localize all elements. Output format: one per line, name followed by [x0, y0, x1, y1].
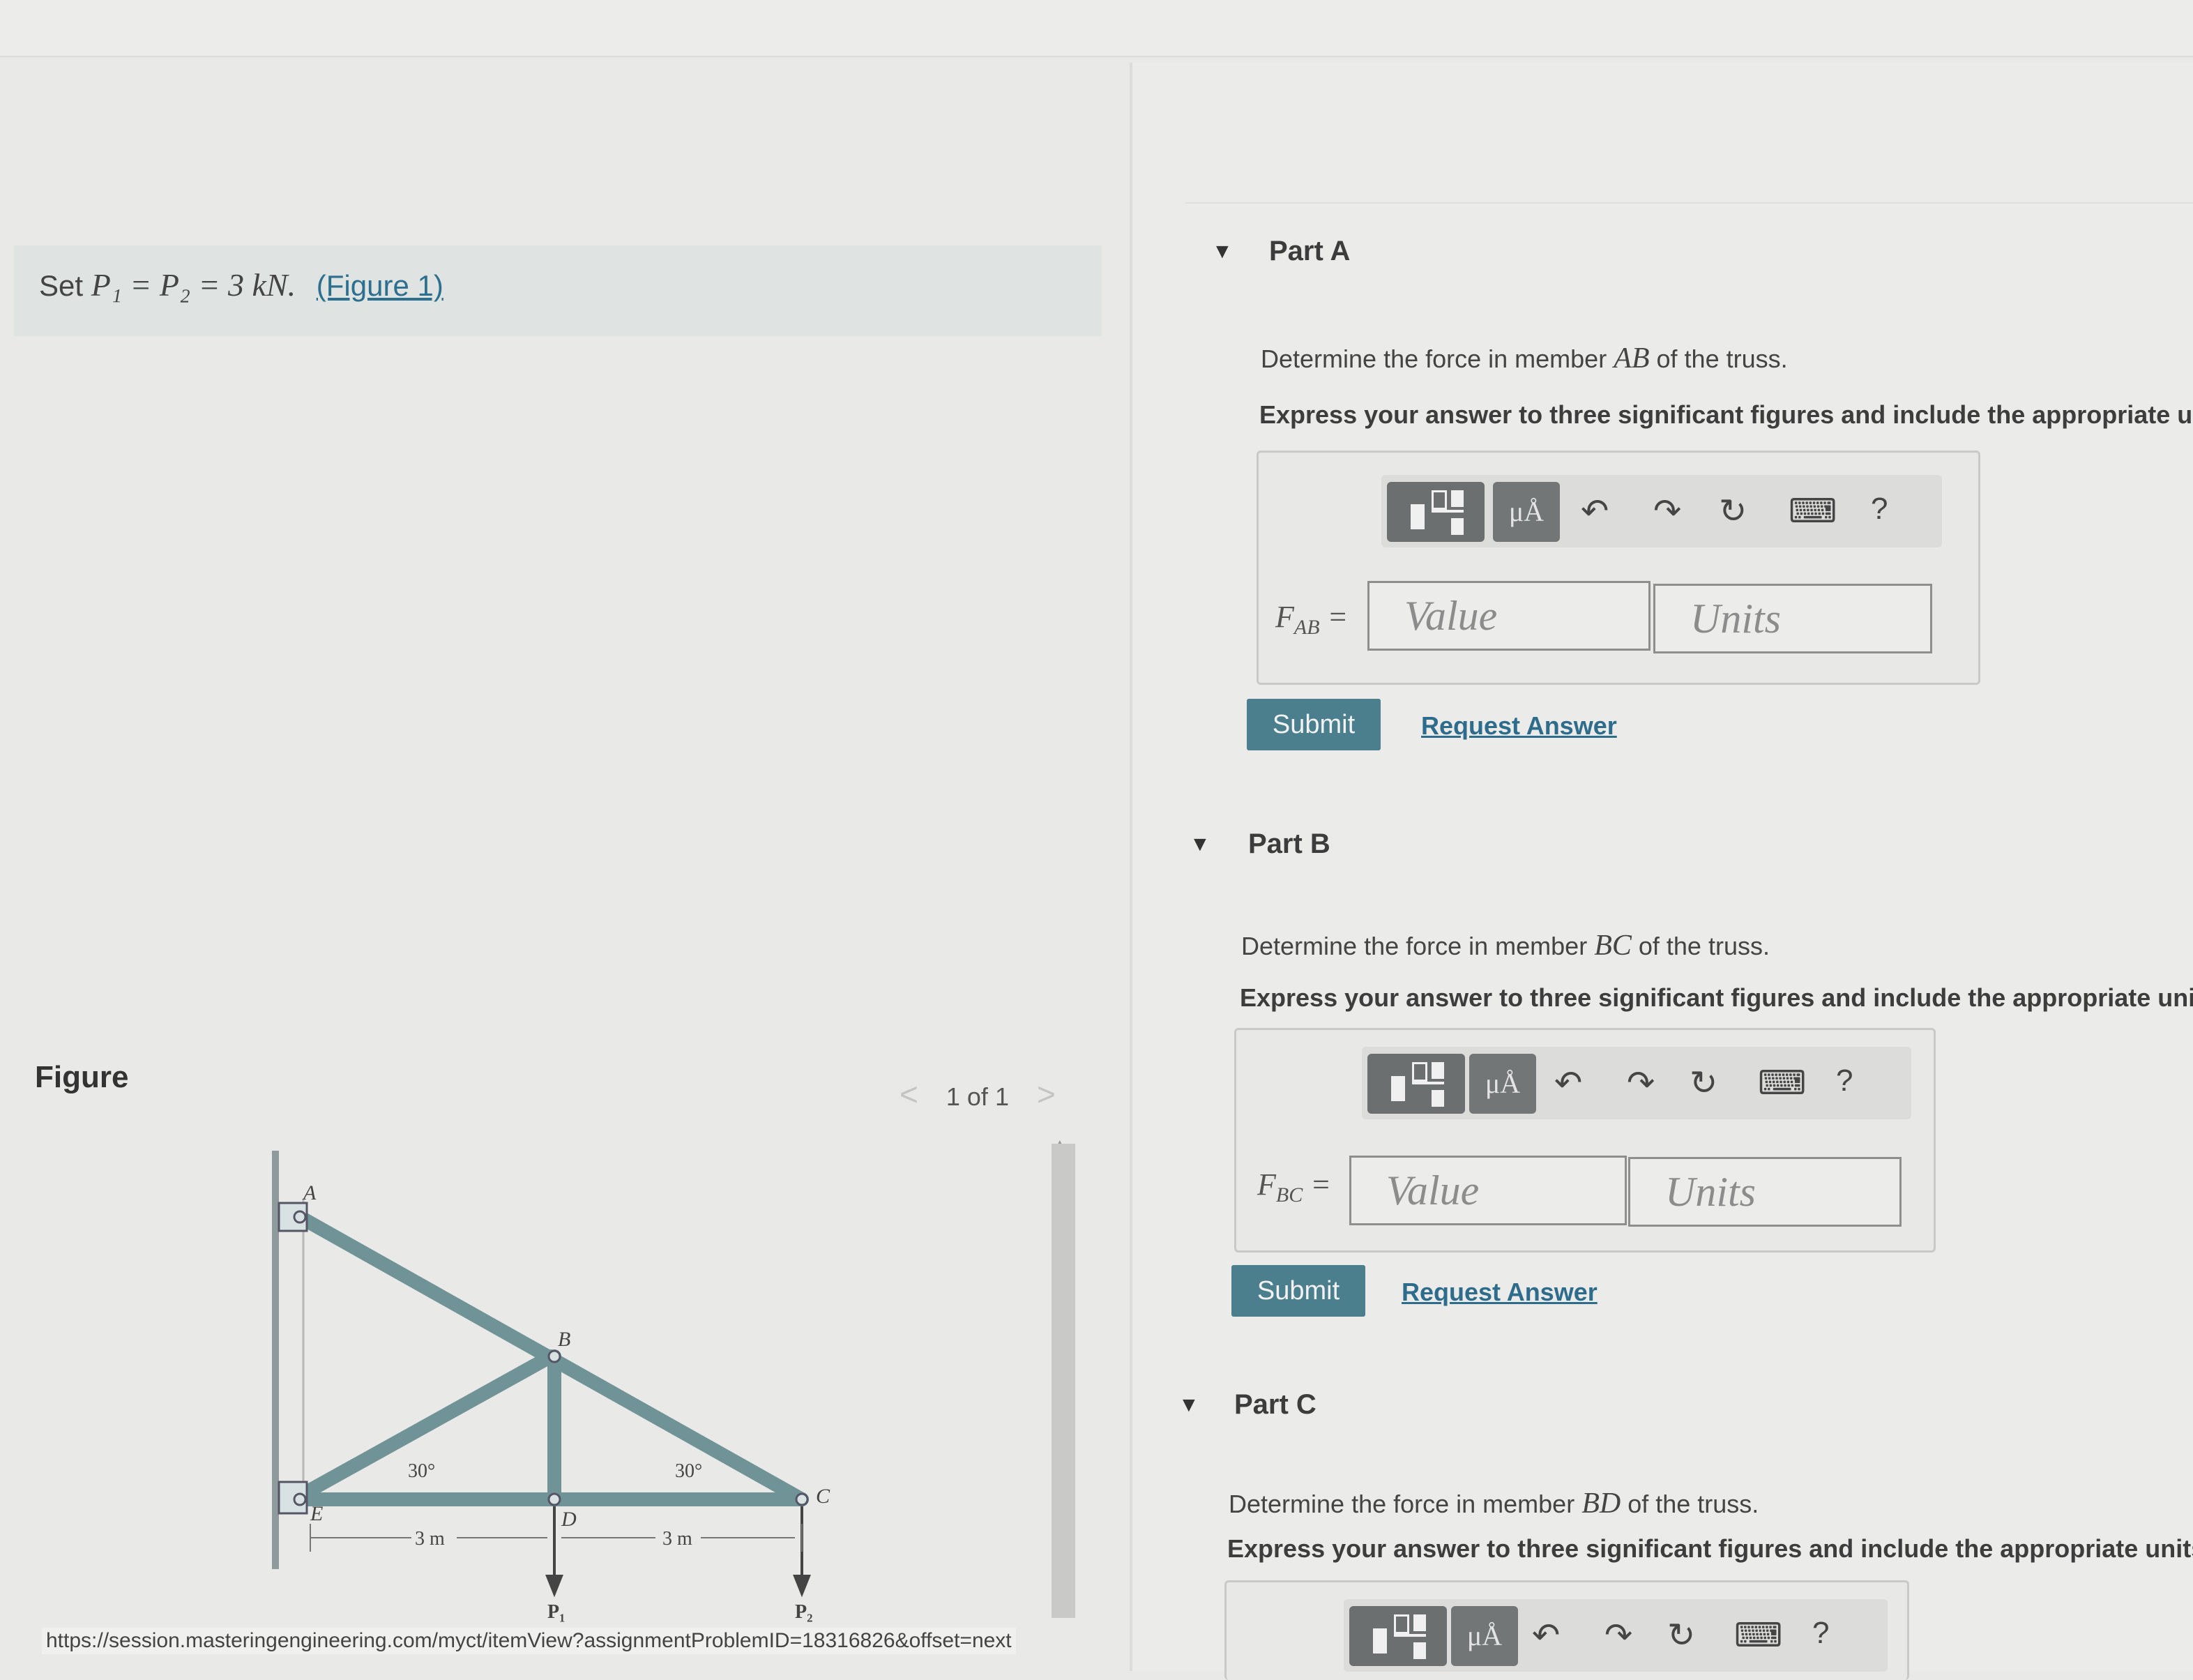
- angle-label-2: 30°: [675, 1460, 702, 1482]
- part-b-answer-box: μÅ ↶ ↷ ↻ ⌨ ? FBC = Value Units: [1234, 1028, 1936, 1253]
- figure-scrollbar[interactable]: [1052, 1144, 1075, 1618]
- part-b-toolbar: μÅ ↶ ↷ ↻ ⌨ ?: [1362, 1047, 1911, 1119]
- part-a-submit-button[interactable]: Submit: [1247, 699, 1381, 750]
- part-a-collapse-icon[interactable]: ▼: [1212, 240, 1233, 264]
- pin-c: [795, 1492, 809, 1506]
- pin-b: [547, 1349, 561, 1363]
- undo-icon[interactable]: ↶: [1532, 1616, 1560, 1655]
- part-c-question-suffix: of the truss.: [1621, 1490, 1759, 1518]
- part-c-title[interactable]: Part C: [1234, 1389, 1316, 1421]
- truss-figure: A B C D E 30° 30° 3 m 3 m P₁ P₂: [272, 1151, 830, 1623]
- part-a-title[interactable]: Part A: [1269, 236, 1350, 267]
- part-b-label-sub: BC: [1275, 1183, 1303, 1206]
- part-c-instruction: Express your answer to three significant…: [1227, 1534, 2193, 1563]
- part-a-label: FAB =: [1275, 600, 1349, 639]
- part-b-member: BC: [1594, 930, 1632, 962]
- part-a-question-prefix: Determine the force in member: [1261, 345, 1614, 373]
- load-label-p1: P₁: [547, 1601, 566, 1623]
- problem-prefix: Set: [39, 269, 84, 302]
- next-figure-icon[interactable]: >: [1037, 1076, 1056, 1112]
- help-icon[interactable]: ?: [1836, 1064, 1853, 1098]
- dim-label-2: 3 m: [662, 1528, 692, 1550]
- part-b-label-main: F: [1257, 1167, 1276, 1202]
- part-c-question: Determine the force in member BD of the …: [1229, 1487, 1759, 1520]
- part-b-question: Determine the force in member BC of the …: [1241, 929, 1770, 962]
- load-p1-arrowhead: [545, 1575, 563, 1598]
- figure-count: 1 of 1: [946, 1082, 1009, 1111]
- keyboard-icon[interactable]: ⌨: [1789, 492, 1837, 531]
- redo-icon[interactable]: ↷: [1653, 492, 1681, 531]
- part-b-submit-button[interactable]: Submit: [1231, 1265, 1365, 1317]
- part-b-label: FBC =: [1257, 1167, 1331, 1206]
- loads: [545, 1506, 811, 1598]
- part-b-request-answer-link[interactable]: Request Answer: [1402, 1278, 1598, 1307]
- part-a-toolbar: μÅ ↶ ↷ ↻ ⌨ ?: [1381, 475, 1942, 547]
- angle-label-1: 30°: [408, 1460, 435, 1482]
- top-band: [0, 0, 2193, 57]
- dimension-lines: [310, 1524, 803, 1552]
- pin-d: [547, 1492, 561, 1506]
- redo-icon[interactable]: ↷: [1627, 1064, 1655, 1103]
- undo-icon[interactable]: ↶: [1554, 1064, 1582, 1103]
- joint-label-e: E: [310, 1502, 323, 1525]
- part-b-question-prefix: Determine the force in member: [1241, 932, 1595, 960]
- units-symbol-button[interactable]: μÅ: [1469, 1054, 1536, 1114]
- part-a-value-input[interactable]: Value: [1367, 581, 1651, 651]
- undo-icon[interactable]: ↶: [1581, 492, 1609, 531]
- pin-a: [293, 1210, 307, 1224]
- dim-label-1: 3 m: [415, 1528, 445, 1550]
- load-p2-arrowhead: [793, 1575, 811, 1598]
- part-b-collapse-icon[interactable]: ▼: [1190, 833, 1211, 856]
- units-symbol-button[interactable]: μÅ: [1451, 1606, 1518, 1666]
- part-a-instruction: Express your answer to three significant…: [1259, 400, 2193, 429]
- figure-pager: < 1 of 1 >: [900, 1075, 1056, 1113]
- load-label-p2: P₂: [795, 1601, 813, 1623]
- reset-icon[interactable]: ↻: [1667, 1616, 1695, 1655]
- part-c-question-prefix: Determine the force in member: [1229, 1490, 1582, 1518]
- figure-title: Figure: [35, 1060, 129, 1094]
- keyboard-icon[interactable]: ⌨: [1734, 1616, 1782, 1655]
- status-url: https://session.masteringengineering.com…: [42, 1628, 1016, 1654]
- part-b-instruction: Express your answer to three significant…: [1240, 983, 2193, 1012]
- help-icon[interactable]: ?: [1812, 1616, 1829, 1651]
- reset-icon[interactable]: ↻: [1719, 492, 1747, 531]
- part-c-member: BD: [1581, 1488, 1621, 1520]
- part-b-title[interactable]: Part B: [1248, 828, 1330, 860]
- part-a-label-sub: AB: [1293, 615, 1320, 639]
- part-a-member: AB: [1614, 342, 1650, 374]
- panel-divider[interactable]: [1130, 63, 1132, 1671]
- part-c-toolbar: μÅ ↶ ↷ ↻ ⌨ ?: [1344, 1599, 1888, 1672]
- prev-figure-icon[interactable]: <: [900, 1076, 918, 1112]
- part-c-collapse-icon[interactable]: ▼: [1178, 1393, 1199, 1417]
- help-icon[interactable]: ?: [1871, 492, 1888, 527]
- units-symbol-button[interactable]: μÅ: [1493, 482, 1560, 542]
- part-b-value-input[interactable]: Value: [1349, 1156, 1627, 1225]
- part-a-request-answer-link[interactable]: Request Answer: [1421, 711, 1617, 741]
- joint-label-c: C: [816, 1485, 830, 1508]
- joint-label-d: D: [561, 1508, 577, 1531]
- parts-panel: [1132, 63, 2193, 1671]
- templates-icon[interactable]: [1349, 1606, 1447, 1666]
- part-a-answer-box: μÅ ↶ ↷ ↻ ⌨ ? FAB = Value Units: [1257, 451, 1980, 685]
- templates-icon[interactable]: [1367, 1054, 1465, 1114]
- redo-icon[interactable]: ↷: [1604, 1616, 1632, 1655]
- pin-e: [293, 1492, 307, 1506]
- joint-label-b: B: [558, 1328, 570, 1351]
- keyboard-icon[interactable]: ⌨: [1758, 1064, 1806, 1103]
- problem-text: Set P₁ = P₂ = 3 kN. (Figure 1): [39, 266, 443, 303]
- part-c-answer-box: μÅ ↶ ↷ ↻ ⌨ ?: [1224, 1580, 1909, 1680]
- templates-icon[interactable]: [1387, 482, 1485, 542]
- joint-label-a: A: [302, 1181, 317, 1204]
- part-a-question: Determine the force in member AB of the …: [1261, 342, 1788, 375]
- part-a-units-input[interactable]: Units: [1653, 584, 1932, 653]
- parts-header-line: [1185, 202, 2193, 204]
- part-b-question-suffix: of the truss.: [1631, 932, 1770, 960]
- problem-statement: Set P₁ = P₂ = 3 kN. (Figure 1): [14, 245, 1102, 336]
- part-a-question-suffix: of the truss.: [1649, 345, 1788, 373]
- reset-icon[interactable]: ↻: [1690, 1064, 1717, 1103]
- part-b-units-input[interactable]: Units: [1628, 1157, 1902, 1227]
- figure-link[interactable]: (Figure 1): [317, 269, 443, 302]
- problem-equation: P₁ = P₂ = 3 kN.: [91, 267, 296, 303]
- part-a-label-main: F: [1275, 600, 1294, 634]
